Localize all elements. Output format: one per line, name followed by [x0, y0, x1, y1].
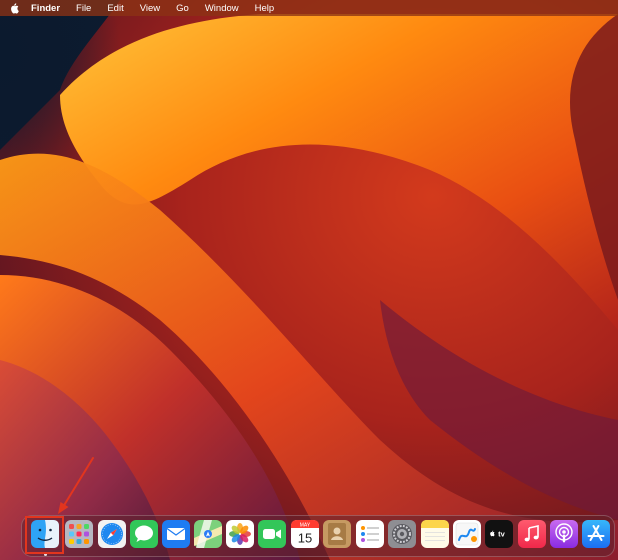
- system-settings-icon[interactable]: [388, 520, 416, 548]
- notes-icon[interactable]: [421, 520, 449, 548]
- menu-go[interactable]: Go: [176, 3, 189, 14]
- menu-file[interactable]: File: [76, 3, 91, 14]
- menu-bar: Finder File Edit View Go Window Help: [0, 0, 618, 16]
- calendar-icon[interactable]: MAY 15: [291, 520, 319, 548]
- music-icon[interactable]: [518, 520, 546, 548]
- finder-highlight-box: [25, 516, 64, 554]
- launchpad-icon[interactable]: [65, 520, 93, 548]
- safari-icon[interactable]: [98, 520, 126, 548]
- red-arrow-icon: [58, 457, 94, 514]
- maps-icon[interactable]: [194, 520, 222, 548]
- contacts-icon[interactable]: [323, 520, 351, 548]
- menu-edit[interactable]: Edit: [107, 3, 123, 14]
- mail-icon[interactable]: [162, 520, 190, 548]
- apple-tv-label: tv: [498, 529, 505, 538]
- menu-help[interactable]: Help: [255, 3, 275, 14]
- facetime-icon[interactable]: [258, 520, 286, 548]
- menu-finder[interactable]: Finder: [31, 3, 60, 14]
- podcasts-icon[interactable]: [550, 520, 578, 548]
- messages-icon[interactable]: [130, 520, 158, 548]
- menu-window[interactable]: Window: [205, 3, 239, 14]
- app-store-icon[interactable]: [582, 520, 610, 548]
- menu-view[interactable]: View: [140, 3, 160, 14]
- photos-icon[interactable]: [226, 520, 254, 548]
- calendar-month: MAY: [300, 522, 311, 528]
- freeform-icon[interactable]: [453, 520, 481, 548]
- apple-tv-icon[interactable]: tv: [485, 520, 513, 548]
- calendar-day: 15: [298, 531, 312, 546]
- apple-logo-icon[interactable]: [9, 2, 19, 14]
- reminders-icon[interactable]: [356, 520, 384, 548]
